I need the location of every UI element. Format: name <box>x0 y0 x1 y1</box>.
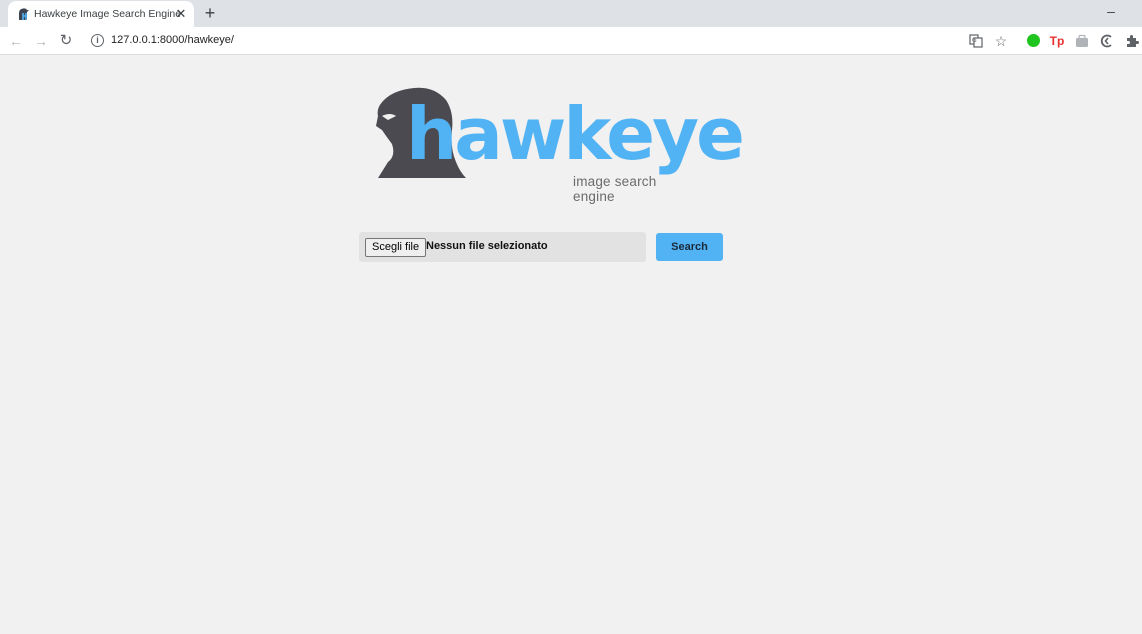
logo-tagline: image search engine <box>573 174 657 204</box>
translate-icon[interactable]: G <box>968 33 984 49</box>
file-upload-field[interactable]: Scegli file Nessun file selezionato <box>359 232 646 262</box>
star-icon[interactable]: ☆ <box>993 33 1009 49</box>
browser-tab[interactable]: Hawkeye Image Search Engine ✕ <box>8 1 194 27</box>
hawkeye-logo: hawkeye image search engine <box>374 86 745 204</box>
choose-file-button[interactable]: Scegli file <box>365 238 427 257</box>
search-form: Scegli file Nessun file selezionato Sear… <box>359 232 723 262</box>
green-extension-icon[interactable] <box>1025 33 1041 49</box>
arrow-left-icon[interactable]: ← <box>7 32 25 50</box>
svg-text:G: G <box>972 37 977 44</box>
search-button[interactable]: Search <box>656 233 723 261</box>
close-icon[interactable]: ✕ <box>174 7 188 21</box>
browser-toolbar: ← → ↻ i 127.0.0.1:8000/hawkeye/ G ☆ Tp <box>0 27 1142 55</box>
arrow-right-icon[interactable]: → <box>32 32 50 50</box>
page-content: hawkeye image search engine Scegli file … <box>0 56 1142 634</box>
info-icon[interactable]: i <box>91 34 104 47</box>
tab-title: Hawkeye Image Search Engine <box>34 8 182 20</box>
hawk-favicon-icon <box>19 8 29 20</box>
tp-extension-icon[interactable]: Tp <box>1049 33 1065 49</box>
tab-strip: Hawkeye Image Search Engine ✕ + – <box>0 0 1142 27</box>
new-tab-plus-icon[interactable]: + <box>202 4 218 22</box>
bag-extension-icon[interactable] <box>1074 33 1090 49</box>
reload-icon[interactable]: ↻ <box>57 32 75 50</box>
no-file-selected-text: Nessun file selezionato <box>426 240 548 252</box>
logo-wordmark: hawkeye <box>406 92 745 176</box>
minimize-icon[interactable]: – <box>1104 4 1118 18</box>
address-bar-url[interactable]: 127.0.0.1:8000/hawkeye/ <box>111 34 234 46</box>
puzzle-icon[interactable] <box>1124 33 1140 49</box>
c-extension-icon[interactable] <box>1099 33 1115 49</box>
